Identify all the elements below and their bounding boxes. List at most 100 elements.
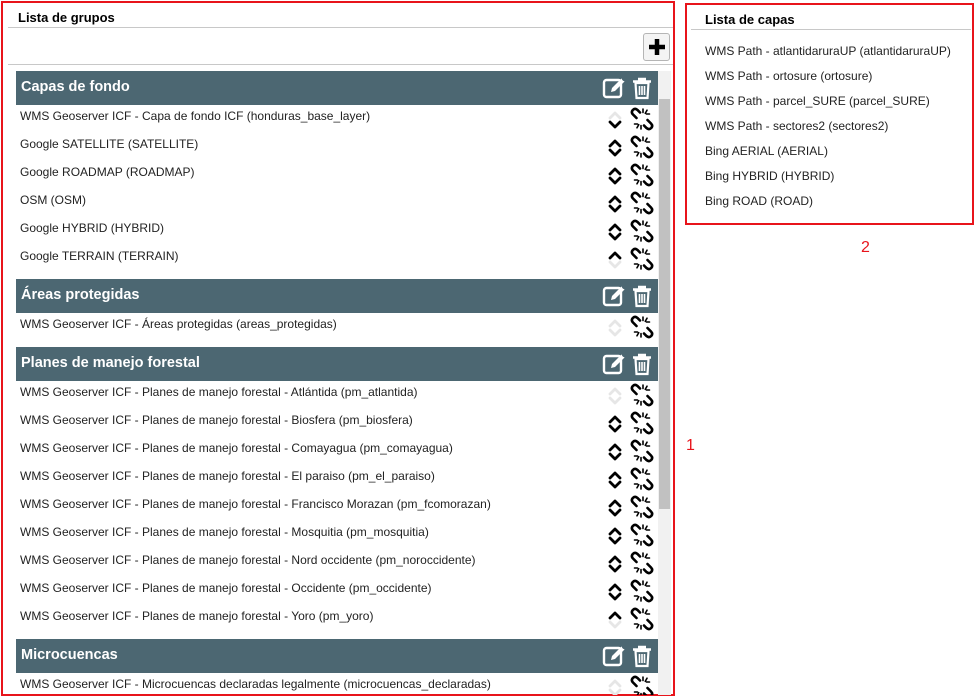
unlink-icon [630, 411, 654, 435]
layer-name: WMS Geoserver ICF - Planes de manejo for… [20, 525, 429, 539]
chevron-down-icon [608, 396, 622, 405]
remove-layer-button[interactable] [630, 675, 654, 695]
group-3: Microcuencas WMS Geoserver ICF - Microcue… [16, 639, 658, 695]
unlink-icon [630, 551, 654, 575]
group-actions [602, 644, 654, 668]
group-header: Microcuencas [16, 639, 658, 673]
layer-controls [606, 522, 656, 548]
edit-group-button[interactable] [602, 352, 626, 376]
remove-layer-button[interactable] [630, 135, 654, 159]
layer-list-item[interactable]: Bing ROAD (ROAD) [705, 194, 813, 208]
group-list-scrollbar[interactable] [658, 71, 671, 695]
chevron-down-icon [608, 424, 622, 433]
layer-name: Google TERRAIN (TERRAIN) [20, 249, 179, 263]
layer-controls [606, 382, 656, 408]
edit-group-button[interactable] [602, 644, 626, 668]
remove-layer-button[interactable] [630, 495, 654, 519]
layer-row: WMS Geoserver ICF - Planes de manejo for… [16, 549, 658, 577]
remove-layer-button[interactable] [630, 411, 654, 435]
move-layer-down-button[interactable] [608, 423, 622, 435]
move-layer-down-button [608, 395, 622, 407]
plus-icon [648, 39, 665, 55]
remove-layer-button[interactable] [630, 551, 654, 575]
layer-controls [606, 578, 656, 604]
unlink-icon [630, 467, 654, 491]
move-layer-down-button[interactable] [608, 591, 622, 603]
move-layer-down-button[interactable] [608, 479, 622, 491]
delete-group-button[interactable] [630, 76, 654, 100]
layer-controls [606, 466, 656, 492]
group-header: Áreas protegidas [16, 279, 658, 313]
layer-row: WMS Geoserver ICF - Planes de manejo for… [16, 577, 658, 605]
remove-layer-button[interactable] [630, 439, 654, 463]
edit-group-button[interactable] [602, 284, 626, 308]
chevron-down-icon [608, 688, 622, 695]
move-layer-down-button[interactable] [608, 175, 622, 187]
remove-layer-button[interactable] [630, 107, 654, 131]
group-list-header: Lista de grupos [8, 5, 673, 28]
group-0: Capas de fondo WMS Geoserver ICF - Capa d… [16, 71, 658, 273]
layer-name: Google ROADMAP (ROADMAP) [20, 165, 195, 179]
scrollbar-thumb[interactable] [659, 99, 670, 509]
layer-row: Google ROADMAP (ROADMAP) [16, 161, 658, 189]
move-layer-down-button[interactable] [608, 507, 622, 519]
layer-list-item[interactable]: WMS Path - parcel_SURE (parcel_SURE) [705, 94, 930, 108]
layer-controls [606, 314, 656, 340]
delete-group-button[interactable] [630, 644, 654, 668]
layer-controls [606, 674, 656, 695]
layer-list-item[interactable]: Bing HYBRID (HYBRID) [705, 169, 834, 183]
layer-name: WMS Geoserver ICF - Planes de manejo for… [20, 469, 435, 483]
layer-list-item[interactable]: Bing AERIAL (AERIAL) [705, 144, 828, 158]
layer-name: OSM (OSM) [20, 193, 86, 207]
remove-layer-button[interactable] [630, 163, 654, 187]
move-layer-down-button[interactable] [608, 563, 622, 575]
chevron-down-icon [608, 260, 622, 269]
layer-controls [606, 162, 656, 188]
remove-layer-button[interactable] [630, 315, 654, 339]
remove-layer-button[interactable] [630, 191, 654, 215]
layer-name: WMS Geoserver ICF - Planes de manejo for… [20, 441, 453, 455]
remove-layer-button[interactable] [630, 383, 654, 407]
chevron-down-icon [608, 120, 622, 129]
group-1: Áreas protegidas WMS Geoserver ICF - Área… [16, 279, 658, 341]
edit-icon [602, 78, 625, 99]
layer-controls [606, 550, 656, 576]
add-group-button[interactable] [643, 33, 670, 61]
layer-list-item[interactable]: WMS Path - ortosure (ortosure) [705, 69, 872, 83]
remove-layer-button[interactable] [630, 607, 654, 631]
unlink-icon [630, 523, 654, 547]
move-layer-down-button[interactable] [608, 451, 622, 463]
move-layer-down-button[interactable] [608, 231, 622, 243]
delete-group-button[interactable] [630, 284, 654, 308]
chevron-down-icon [608, 452, 622, 461]
unlink-icon [630, 107, 654, 131]
layer-controls [606, 606, 656, 632]
remove-layer-button[interactable] [630, 579, 654, 603]
group-name: Planes de manejo forestal [21, 355, 200, 371]
move-layer-down-button[interactable] [608, 119, 622, 131]
layer-list-item[interactable]: WMS Path - sectores2 (sectores2) [705, 119, 888, 133]
remove-layer-button[interactable] [630, 467, 654, 491]
annotation-number-1: 1 [686, 437, 695, 454]
edit-group-button[interactable] [602, 76, 626, 100]
layer-row: WMS Geoserver ICF - Planes de manejo for… [16, 409, 658, 437]
remove-layer-button[interactable] [630, 523, 654, 547]
edit-icon [602, 646, 625, 667]
layer-name: Google SATELLITE (SATELLITE) [20, 137, 199, 151]
move-layer-down-button[interactable] [608, 203, 622, 215]
layer-row: WMS Geoserver ICF - Capa de fondo ICF (h… [16, 105, 658, 133]
layer-name: WMS Geoserver ICF - Planes de manejo for… [20, 581, 432, 595]
layer-list-title: Lista de capas [705, 12, 795, 27]
delete-group-button[interactable] [630, 352, 654, 376]
unlink-icon [630, 315, 654, 339]
remove-layer-button[interactable] [630, 247, 654, 271]
edit-icon [602, 286, 625, 307]
chevron-down-icon [608, 232, 622, 241]
move-layer-down-button[interactable] [608, 535, 622, 547]
trash-icon [633, 353, 651, 376]
move-layer-down-button[interactable] [608, 147, 622, 159]
remove-layer-button[interactable] [630, 219, 654, 243]
group-list[interactable]: Capas de fondo WMS Geoserver ICF - Capa d… [16, 71, 658, 695]
layer-list-item[interactable]: WMS Path - atlantidaruraUP (atlantidarur… [705, 44, 951, 58]
layer-row: WMS Geoserver ICF - Áreas protegidas (ar… [16, 313, 658, 341]
